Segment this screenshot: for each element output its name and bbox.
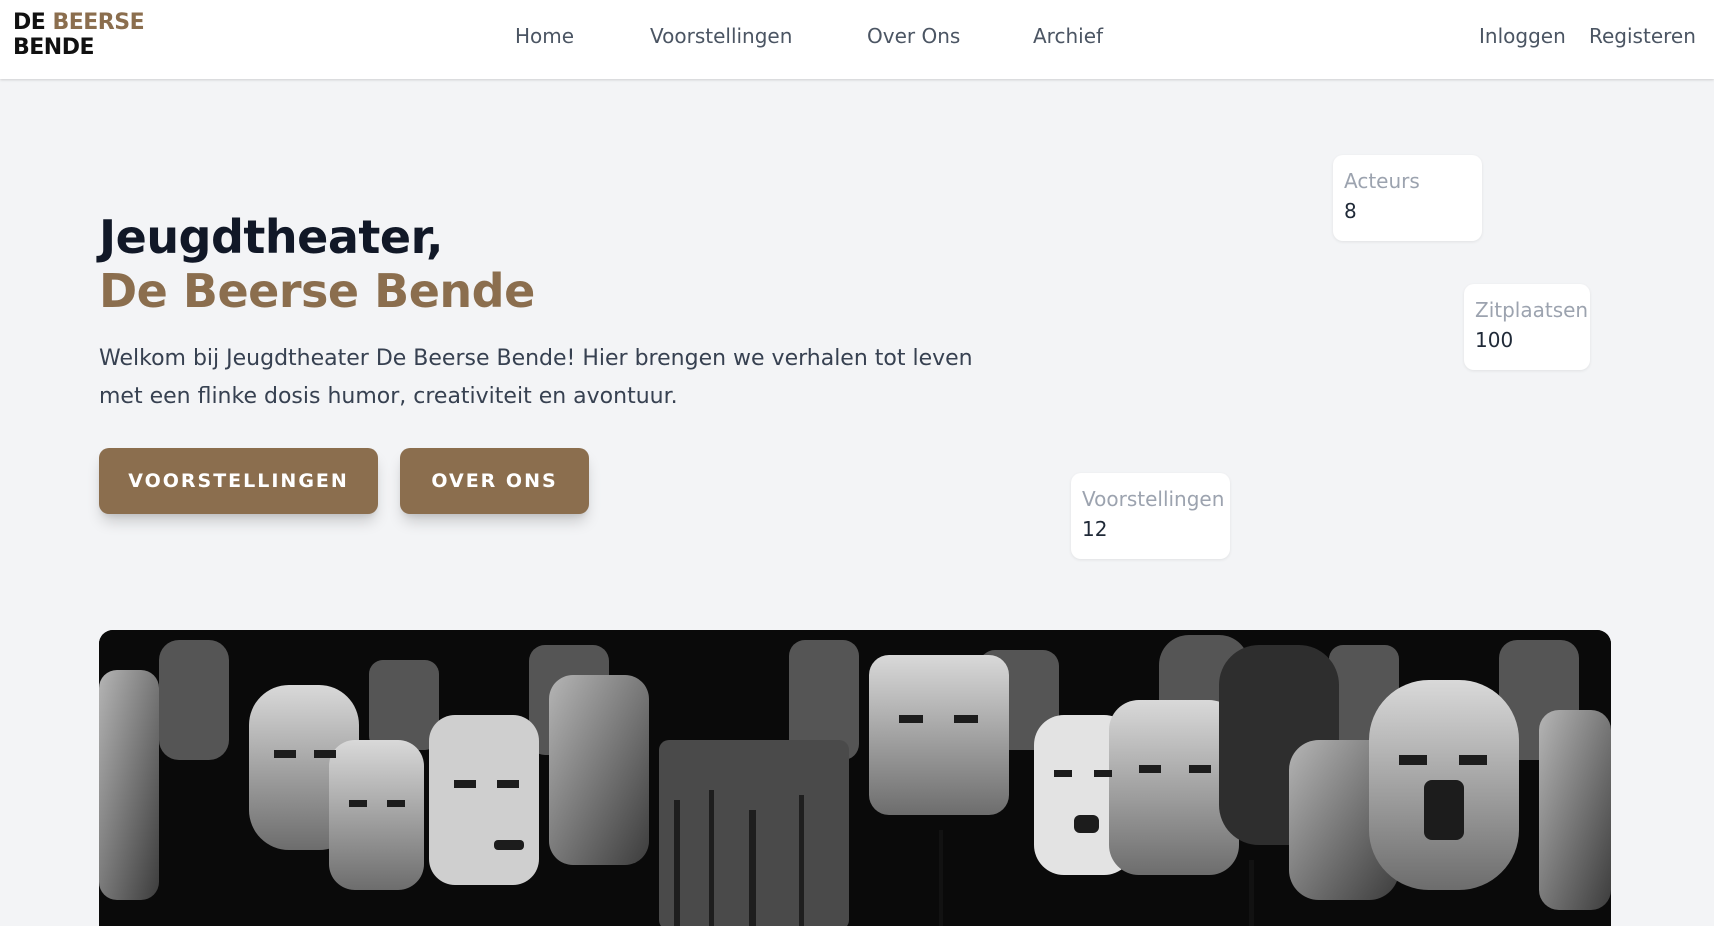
hero-title: Jeugdtheater, De Beerse Bende xyxy=(99,210,535,318)
stat-value: 100 xyxy=(1475,328,1514,352)
hero-title-line2: De Beerse Bende xyxy=(99,264,535,318)
site-header: DE BEERSE BENDE Home Voorstellingen Over… xyxy=(0,0,1714,79)
stat-label: Acteurs xyxy=(1344,169,1420,193)
stat-value: 12 xyxy=(1082,517,1108,541)
stat-label: Zitplaatsen xyxy=(1475,298,1589,322)
voorstellingen-button[interactable]: VOORSTELLINGEN xyxy=(99,448,378,514)
nav-over-ons[interactable]: Over Ons xyxy=(867,24,960,48)
theatre-masks-image xyxy=(99,630,1611,926)
hero-title-line1: Jeugdtheater, xyxy=(99,210,443,264)
nav-voorstellingen[interactable]: Voorstellingen xyxy=(650,24,792,48)
login-link[interactable]: Inloggen xyxy=(1479,24,1566,48)
register-link[interactable]: Registeren xyxy=(1589,24,1696,48)
stat-card-acteurs: Acteurs 8 xyxy=(1333,155,1482,241)
over-ons-button[interactable]: OVER ONS xyxy=(400,448,589,514)
brand-logo[interactable]: DE BEERSE BENDE xyxy=(13,10,145,60)
stat-card-zitplaatsen: Zitplaatsen 100 xyxy=(1464,284,1590,370)
theatre-masks-icon xyxy=(99,630,1611,926)
nav-home[interactable]: Home xyxy=(515,24,574,48)
hero-intro: Welkom bij Jeugdtheater De Beerse Bende!… xyxy=(99,346,973,409)
logo-text-de: DE xyxy=(13,10,46,35)
stat-card-voorstellingen: Voorstellingen 12 xyxy=(1071,473,1230,559)
stat-value: 8 xyxy=(1344,199,1357,223)
logo-text-beerse: BEERSE xyxy=(52,10,145,35)
stat-label: Voorstellingen xyxy=(1082,487,1225,511)
nav-archief[interactable]: Archief xyxy=(1033,24,1103,48)
logo-text-bende: BENDE xyxy=(13,35,95,60)
